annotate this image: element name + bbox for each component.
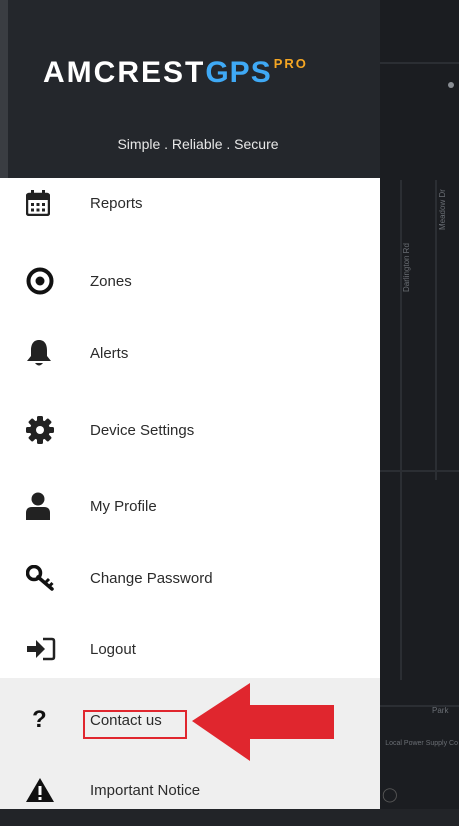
menu-item-my-profile[interactable]: My Profile: [0, 470, 380, 542]
key-icon: [26, 563, 66, 593]
menu-item-device-settings[interactable]: Device Settings: [0, 394, 380, 466]
person-icon: [26, 491, 66, 521]
bell-icon: [26, 338, 66, 368]
menu-item-label: Important Notice: [90, 781, 201, 799]
sign-in-icon: [26, 634, 66, 664]
logo-brand: AMCREST: [43, 56, 206, 89]
menu-item-change-password[interactable]: Change Password: [0, 542, 380, 614]
menu-item-label: Zones: [90, 272, 132, 290]
map-street-label: Darlington Rd: [402, 243, 411, 292]
map-road: [380, 62, 459, 64]
map-marker[interactable]: [448, 82, 454, 88]
menu-item-important-notice[interactable]: Important Notice: [0, 754, 380, 826]
map-tool-icon[interactable]: ◯: [382, 786, 398, 803]
gear-icon: [26, 415, 66, 445]
question-icon: ?: [32, 706, 47, 733]
menu-item-label: My Profile: [90, 497, 157, 515]
menu-item-label: Device Settings: [90, 421, 195, 439]
map-road: [435, 180, 437, 480]
map-poi-label: Local Power Supply Co: [385, 740, 458, 747]
map-street-label: Park: [432, 706, 449, 715]
amcrest-gps-pro-logo: AMCREST GPS PRO: [43, 56, 308, 92]
navigation-drawer: AMCREST GPS PRO Simple . Reliable . Secu…: [0, 0, 380, 809]
map-road: [380, 470, 459, 472]
target-icon: [26, 266, 66, 296]
tagline: Simple . Reliable . Secure: [117, 136, 279, 152]
warning-icon: [26, 775, 66, 805]
annotation-arrow-icon: [192, 683, 334, 761]
map-street-label: Meadow Dr: [438, 189, 447, 230]
drawer-header: AMCREST GPS PRO Simple . Reliable . Secu…: [0, 0, 380, 178]
menu-item-alerts[interactable]: Alerts: [0, 317, 380, 389]
logo-pro: PRO: [273, 56, 308, 71]
calendar-icon: [26, 188, 66, 218]
menu-item-label: Logout: [90, 640, 136, 658]
menu-item-reports[interactable]: Reports: [0, 167, 380, 239]
menu-item-logout[interactable]: Logout: [0, 613, 380, 685]
map-background[interactable]: Darlington Rd Meadow Dr Park Local Power…: [380, 0, 459, 809]
menu-item-label: Change Password: [90, 569, 213, 587]
annotation-highlight-box: [83, 710, 187, 739]
menu-item-label: Reports: [90, 194, 143, 212]
logo-gps: GPS: [205, 56, 272, 89]
menu-item-zones[interactable]: Zones: [0, 245, 380, 317]
menu-item-label: Alerts: [90, 344, 129, 362]
